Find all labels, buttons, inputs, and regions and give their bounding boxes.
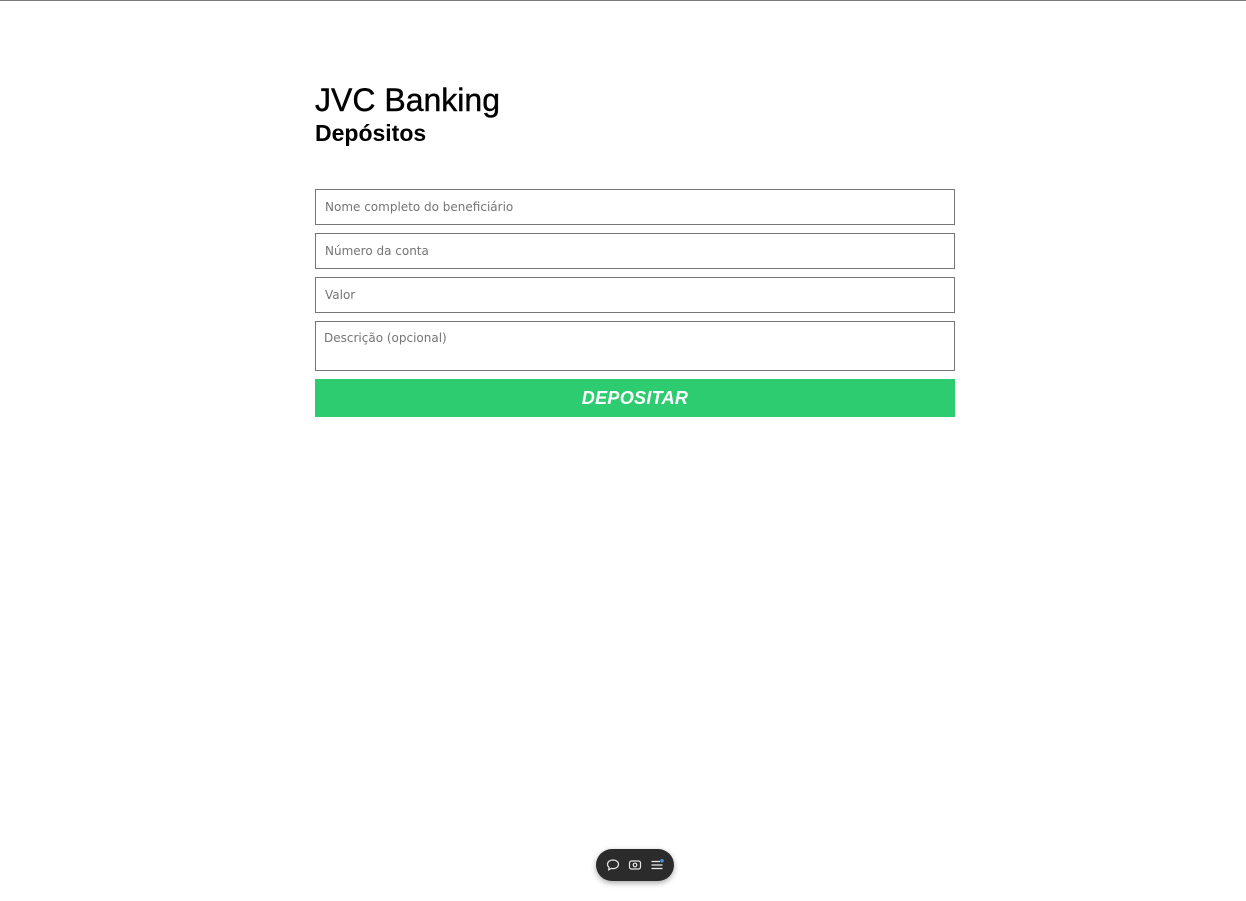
- floating-toolbar: [596, 849, 674, 881]
- app-title: JVC Banking: [315, 82, 500, 118]
- chat-icon[interactable]: [604, 856, 622, 874]
- menu-icon[interactable]: [648, 856, 666, 874]
- page-title: Depósitos: [315, 120, 427, 146]
- description-textarea[interactable]: [315, 321, 955, 371]
- beneficiary-name-input[interactable]: [315, 189, 955, 225]
- deposit-button[interactable]: DEPOSITAR: [315, 379, 955, 417]
- account-number-input[interactable]: [315, 233, 955, 269]
- deposit-container: JVC Banking Depósitos DEPOSITAR: [315, 80, 955, 417]
- deposit-form: DEPOSITAR: [315, 189, 955, 417]
- camera-icon[interactable]: [626, 856, 644, 874]
- amount-input[interactable]: [315, 277, 955, 313]
- top-border: [0, 0, 1246, 1]
